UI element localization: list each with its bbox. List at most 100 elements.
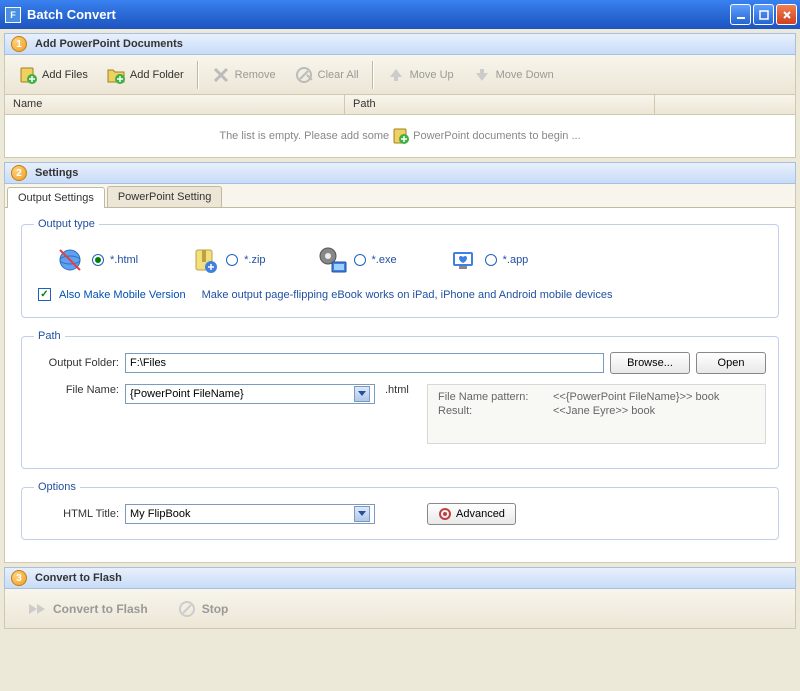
output-type-fieldset: Output type *.html *.zip (21, 218, 779, 318)
mobile-checkbox[interactable]: ✓ (38, 288, 51, 301)
remove-icon (211, 65, 231, 85)
exe-label: *.exe (372, 254, 397, 266)
tab-content: Output type *.html *.zip (5, 208, 795, 562)
file-list-body: The list is empty. Please add some Power… (5, 115, 795, 157)
convert-icon (25, 598, 47, 620)
advanced-button[interactable]: Advanced (427, 503, 516, 525)
add-toolbar: Add Files Add Folder Remove Clea (4, 55, 796, 95)
maximize-button[interactable] (753, 4, 774, 25)
move-down-icon (472, 65, 492, 85)
pattern-label: File Name pattern: (438, 391, 553, 403)
convert-to-flash-button[interactable]: Convert to Flash (25, 598, 148, 620)
clear-all-button[interactable]: Clear All (285, 60, 368, 90)
add-folder-button[interactable]: Add Folder (97, 60, 193, 90)
pattern-box: File Name pattern: <<{PowerPoint FileNam… (427, 384, 766, 444)
mobile-label: Also Make Mobile Version (59, 289, 186, 301)
settings-tabs: Output Settings PowerPoint Setting (5, 184, 795, 208)
app-radio[interactable] (485, 254, 497, 266)
powerpoint-icon (392, 127, 410, 145)
tab-powerpoint-setting[interactable]: PowerPoint Setting (107, 186, 223, 207)
output-type-html[interactable]: *.html (54, 244, 138, 276)
window-titlebar: F Batch Convert (0, 0, 800, 29)
step-3-badge: 3 (11, 570, 27, 586)
window-title: Batch Convert (27, 7, 730, 22)
col-spacer (655, 95, 795, 114)
html-title-label: HTML Title: (34, 508, 119, 520)
move-down-button[interactable]: Move Down (463, 60, 563, 90)
zip-label: *.zip (244, 254, 265, 266)
app-label: *.app (503, 254, 529, 266)
app-icon (447, 244, 479, 276)
file-list-header: Name Path (5, 95, 795, 115)
step-2-badge: 2 (11, 165, 27, 181)
file-name-combo[interactable] (125, 384, 375, 404)
col-name[interactable]: Name (5, 95, 345, 114)
result-label: Result: (438, 405, 553, 417)
options-legend: Options (34, 481, 80, 493)
browse-button[interactable]: Browse... (610, 352, 690, 374)
move-down-label: Move Down (496, 69, 554, 81)
output-type-zip[interactable]: *.zip (188, 244, 265, 276)
section-settings-header: 2 Settings (4, 162, 796, 184)
clear-all-label: Clear All (318, 69, 359, 81)
minimize-button[interactable] (730, 4, 751, 25)
html-title-combo[interactable] (125, 504, 375, 524)
remove-label: Remove (235, 69, 276, 81)
file-name-dropdown[interactable] (354, 386, 370, 402)
html-title-input[interactable] (130, 508, 354, 520)
exe-radio[interactable] (354, 254, 366, 266)
zip-radio[interactable] (226, 254, 238, 266)
stop-label: Stop (202, 602, 229, 616)
result-value: <<Jane Eyre>> book (553, 405, 655, 417)
section-settings-title: Settings (35, 167, 78, 179)
output-type-legend: Output type (34, 218, 99, 230)
stop-button[interactable]: Stop (178, 600, 229, 618)
col-path[interactable]: Path (345, 95, 655, 114)
section-add-title: Add PowerPoint Documents (35, 38, 183, 50)
convert-footer: Convert to Flash Stop (4, 589, 796, 629)
clear-all-icon (294, 65, 314, 85)
file-ext-label: .html (381, 384, 421, 396)
add-files-label: Add Files (42, 69, 88, 81)
pattern-value: <<{PowerPoint FileName}>> book (553, 391, 719, 403)
output-folder-label: Output Folder: (34, 357, 119, 369)
options-fieldset: Options HTML Title: Advanced (21, 481, 779, 540)
empty-msg-after: PowerPoint documents to begin ... (413, 130, 581, 142)
section-convert-header: 3 Convert to Flash (4, 567, 796, 589)
empty-msg-before: The list is empty. Please add some (219, 130, 389, 142)
add-files-icon (18, 65, 38, 85)
add-files-button[interactable]: Add Files (9, 60, 97, 90)
html-radio[interactable] (92, 254, 104, 266)
file-list: Name Path The list is empty. Please add … (4, 95, 796, 158)
advanced-icon (438, 507, 452, 521)
section-add-header: 1 Add PowerPoint Documents (4, 33, 796, 55)
output-folder-input[interactable] (125, 353, 604, 373)
path-legend: Path (34, 330, 65, 342)
section-convert-title: Convert to Flash (35, 572, 122, 584)
zip-icon (188, 244, 220, 276)
app-icon: F (5, 7, 21, 23)
html-label: *.html (110, 254, 138, 266)
step-1-badge: 1 (11, 36, 27, 52)
output-type-exe[interactable]: *.exe (316, 244, 397, 276)
html-icon (54, 244, 86, 276)
move-up-button[interactable]: Move Up (377, 60, 463, 90)
path-fieldset: Path Output Folder: Browse... Open File … (21, 330, 779, 469)
close-button[interactable] (776, 4, 797, 25)
add-folder-icon (106, 65, 126, 85)
open-button[interactable]: Open (696, 352, 766, 374)
move-up-label: Move Up (410, 69, 454, 81)
move-up-icon (386, 65, 406, 85)
remove-button[interactable]: Remove (202, 60, 285, 90)
mobile-desc: Make output page-flipping eBook works on… (202, 289, 613, 301)
output-type-app[interactable]: *.app (447, 244, 529, 276)
file-name-label: File Name: (34, 384, 119, 396)
exe-icon (316, 244, 348, 276)
html-title-dropdown[interactable] (354, 506, 370, 522)
add-folder-label: Add Folder (130, 69, 184, 81)
advanced-label: Advanced (456, 508, 505, 520)
convert-label: Convert to Flash (53, 602, 148, 616)
stop-icon (178, 600, 196, 618)
tab-output-settings[interactable]: Output Settings (7, 187, 105, 208)
file-name-input[interactable] (130, 388, 354, 400)
